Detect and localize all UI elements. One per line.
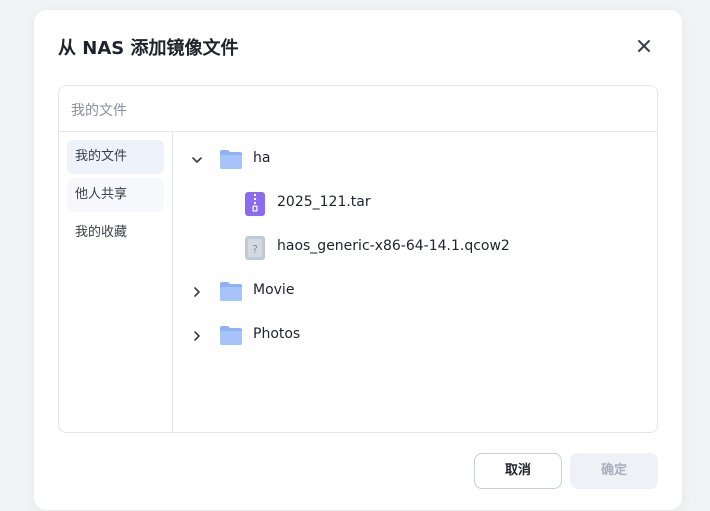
tree-row-movie[interactable]: Movie — [173, 274, 657, 310]
dialog-title: 从 NAS 添加镜像文件 — [58, 38, 239, 59]
current-path: 我的文件 — [71, 103, 127, 119]
svg-text:?: ? — [252, 243, 258, 256]
add-image-dialog: 从 NAS 添加镜像文件 我的文件 我的文件 他人共享 我的收藏 ha 2025… — [34, 10, 682, 510]
tree-row-qcow2[interactable]: ? haos_generic-x86-64-14.1.qcow2 — [173, 230, 657, 266]
file-browser: 我的文件 我的文件 他人共享 我的收藏 ha 2025_121.tar ? ha… — [58, 85, 658, 433]
tree-row-photos[interactable]: Photos — [173, 318, 657, 354]
sidebar-item-favorites[interactable]: 我的收藏 — [67, 216, 164, 250]
location-sidebar: 我的文件 他人共享 我的收藏 — [59, 132, 173, 432]
sidebar-item-shared[interactable]: 他人共享 — [67, 178, 164, 212]
tree-row-ha[interactable]: ha — [173, 142, 657, 178]
archive-file-icon — [245, 192, 265, 216]
chevron-down-icon[interactable] — [191, 154, 203, 166]
tree-item-label: haos_generic-x86-64-14.1.qcow2 — [277, 238, 510, 254]
unknown-file-icon: ? — [245, 236, 265, 260]
chevron-right-icon[interactable] — [191, 286, 203, 298]
cancel-button[interactable]: 取消 — [474, 453, 562, 489]
tree-item-label: Photos — [253, 326, 301, 342]
close-icon[interactable] — [634, 36, 654, 56]
chevron-right-icon[interactable] — [191, 330, 203, 342]
sidebar-item-my-files[interactable]: 我的文件 — [67, 140, 164, 174]
tree-item-label: ha — [253, 150, 271, 166]
tree-item-label: Movie — [253, 282, 295, 298]
folder-icon — [220, 150, 242, 169]
folder-icon — [220, 282, 242, 301]
tree-row-tar[interactable]: 2025_121.tar — [173, 186, 657, 222]
tree-item-label: 2025_121.tar — [277, 194, 371, 210]
file-tree: ha 2025_121.tar ? haos_generic-x86-64-14… — [173, 132, 657, 432]
confirm-button[interactable]: 确定 — [570, 453, 658, 489]
sidebar-item-label: 我的收藏 — [75, 225, 128, 240]
folder-icon — [220, 326, 242, 345]
sidebar-item-label: 他人共享 — [75, 187, 128, 202]
path-bar: 我的文件 — [59, 86, 657, 132]
sidebar-item-label: 我的文件 — [75, 149, 128, 164]
